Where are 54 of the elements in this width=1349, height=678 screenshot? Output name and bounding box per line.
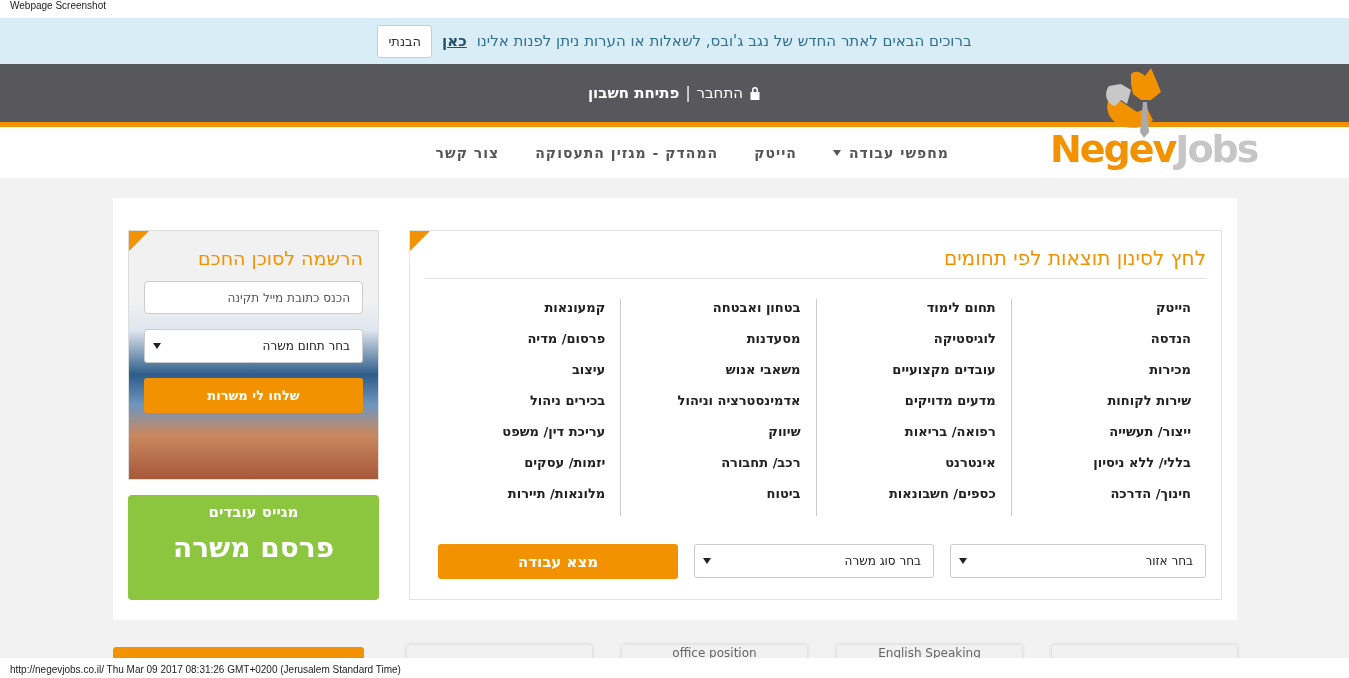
- region-select[interactable]: בחר אזור: [950, 544, 1206, 578]
- email-field[interactable]: הכנס כתובת מייל תקינה: [144, 281, 363, 314]
- job-type-select[interactable]: בחר סוג משרה: [694, 544, 934, 578]
- category-link[interactable]: הייטק: [1026, 299, 1191, 330]
- login-link[interactable]: התחבר: [696, 84, 744, 102]
- category-link[interactable]: עריכת דין/ משפט: [440, 423, 606, 454]
- lock-icon: [749, 86, 762, 100]
- category-link[interactable]: ייצור/ תעשייה: [1026, 423, 1191, 454]
- category-link[interactable]: שיווק: [636, 423, 801, 454]
- status-bar: http://negevjobs.co.il/ Thu Mar 09 2017 08:31:26 GMT+0200 (Jerusalem Standard Time): [0, 658, 1349, 678]
- banner-link[interactable]: כאן: [442, 32, 467, 50]
- nav-link[interactable]: מחפשי עבודה: [832, 144, 949, 161]
- category-link[interactable]: שירות לקוחות: [1026, 392, 1191, 423]
- category-link[interactable]: בטחון ואבטחה: [636, 299, 801, 330]
- category-link[interactable]: לוגיסטיקה: [831, 330, 996, 361]
- category-link[interactable]: קמעונאות: [440, 299, 606, 330]
- category-link[interactable]: עיצוב: [440, 361, 606, 392]
- dismiss-button[interactable]: הבנתי: [377, 24, 433, 58]
- category-link[interactable]: עובדים מקצועיים: [831, 361, 996, 392]
- category-link[interactable]: כספים/ חשבונאות: [831, 485, 996, 516]
- category-link[interactable]: בללי/ ללא ניסיון: [1026, 454, 1191, 485]
- category-link[interactable]: רכב/ תחבורה: [636, 454, 801, 485]
- caret-icon: [153, 343, 161, 349]
- category-link[interactable]: אינטרנט: [831, 454, 996, 485]
- category-link[interactable]: פרסום/ מדיה: [440, 330, 606, 361]
- category-link[interactable]: מדעים מדויקים: [831, 392, 996, 423]
- category-link[interactable]: מסעדנות: [636, 330, 801, 361]
- nav-link[interactable]: הייטק: [754, 144, 797, 161]
- corner-mark: [410, 231, 430, 251]
- category-link[interactable]: בכירים ניהול: [440, 392, 606, 423]
- employer-subtitle: מגייס עובדים: [208, 503, 299, 521]
- category-link[interactable]: אדמינסטרציה וניהול: [636, 392, 801, 423]
- caret-icon: [959, 558, 967, 564]
- nav-link[interactable]: צור קשר: [435, 144, 500, 161]
- category-link[interactable]: מלונאות/ תיירות: [440, 485, 606, 516]
- caret-icon: [832, 149, 841, 156]
- category-link[interactable]: יזמות/ עסקים: [440, 454, 606, 485]
- category-link[interactable]: חינוך/ הדרכה: [1026, 485, 1191, 516]
- separator: |: [685, 84, 691, 102]
- corner-mark: [129, 231, 149, 251]
- register-link[interactable]: פתיחת חשבון: [587, 84, 680, 102]
- banner-text: ברוכים הבאים לאתר החדש של נגב ג'ובס, לשאלות או הערות ניתן לפנות אלינו: [476, 32, 972, 50]
- nav-link[interactable]: המהדק - מגזין התעסוקה: [535, 144, 719, 161]
- field-select[interactable]: בחר תחום משרה: [144, 329, 363, 363]
- category-link[interactable]: תחום לימוד: [831, 299, 996, 330]
- category-link[interactable]: מכירות: [1026, 361, 1191, 392]
- category-link[interactable]: רפואה/ בריאות: [831, 423, 996, 454]
- category-link[interactable]: הנדסה: [1026, 330, 1191, 361]
- agent-title: הרשמה לסוכן החכם: [197, 246, 363, 271]
- caret-icon: [703, 558, 711, 564]
- filter-title: לחץ לסינון תוצאות לפי תחומים: [425, 231, 1206, 279]
- category-link[interactable]: ביטוח: [636, 485, 801, 516]
- capture-label: Webpage Screenshot: [0, 0, 1349, 18]
- category-link[interactable]: משאבי אנוש: [636, 361, 801, 392]
